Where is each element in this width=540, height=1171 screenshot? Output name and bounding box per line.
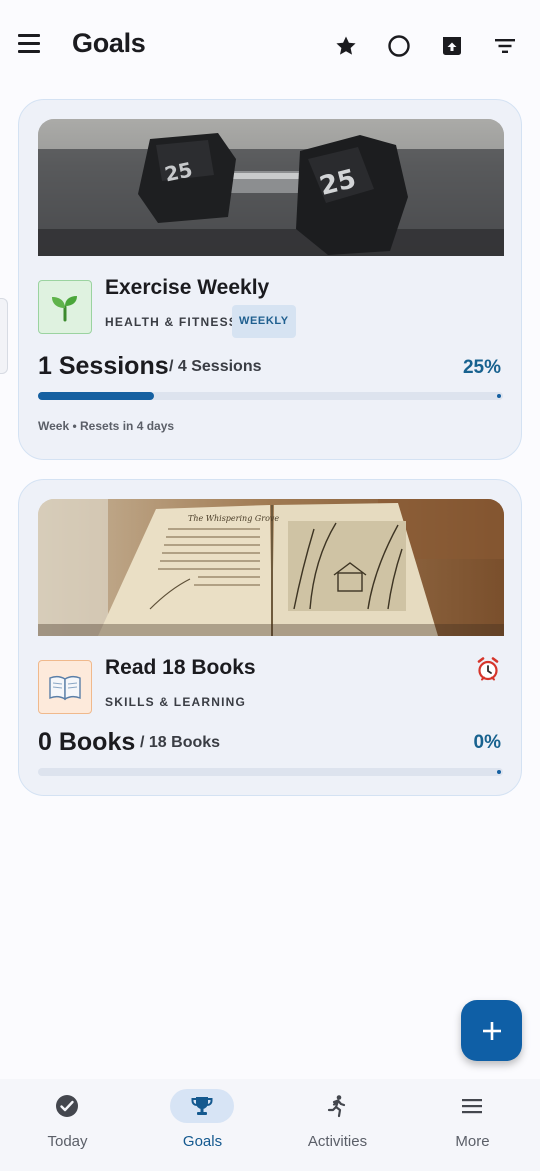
- bottom-navigation: Today Goals Activities More: [0, 1079, 540, 1171]
- target-value: / 4 Sessions: [169, 358, 262, 375]
- nav-item-more[interactable]: More: [405, 1079, 540, 1171]
- nav-item-today[interactable]: Today: [0, 1079, 135, 1171]
- progress-bar: [38, 392, 503, 400]
- page-title: Goals: [72, 28, 146, 58]
- progress-percent: 25%: [462, 357, 501, 378]
- plus-icon: [482, 1021, 501, 1040]
- nav-item-goals[interactable]: Goals: [135, 1079, 270, 1171]
- running-icon: [305, 1089, 369, 1123]
- progress-end-dot: [497, 394, 501, 398]
- nav-label: Goals: [182, 1133, 223, 1150]
- goal-category: HEALTH & FITNESS: [105, 315, 238, 329]
- current-progress-value: 0 Books: [38, 728, 136, 756]
- svg-text:The Whispering Grove: The Whispering Grove: [188, 514, 279, 523]
- top-app-bar: Goals: [0, 0, 540, 92]
- alarm-clock-icon[interactable]: [475, 656, 501, 682]
- goal-title: Read 18 Books: [105, 656, 256, 679]
- star-icon[interactable]: [330, 30, 362, 62]
- period-reset-info: Week • Resets in 4 days: [38, 419, 175, 433]
- nav-label: Activities: [307, 1133, 368, 1150]
- nav-label: More: [455, 1133, 490, 1150]
- goal-title: Exercise Weekly: [105, 276, 270, 299]
- archive-icon[interactable]: [436, 30, 468, 62]
- circle-icon[interactable]: [383, 30, 415, 62]
- nav-item-activities[interactable]: Activities: [270, 1079, 405, 1171]
- trophy-icon: [170, 1089, 234, 1123]
- progress-bar-fill: [38, 392, 155, 400]
- side-drawer-handle[interactable]: [0, 298, 8, 374]
- book-icon: [38, 660, 92, 714]
- frequency-badge: WEEKLY: [232, 305, 296, 338]
- progress-percent: 0%: [473, 732, 501, 753]
- check-circle-icon: [35, 1089, 99, 1123]
- current-progress-value: 1 Sessions: [38, 352, 169, 380]
- menu-icon: [440, 1089, 504, 1123]
- nav-label: Today: [47, 1133, 88, 1150]
- open-book-photo: The Whispering Grove: [38, 499, 504, 636]
- add-goal-button[interactable]: [461, 1000, 522, 1061]
- goal-category: SKILLS & LEARNING: [105, 695, 247, 709]
- progress-bar: [38, 768, 503, 776]
- dumbbell-photo: 25 25: [38, 119, 504, 256]
- seedling-icon: [38, 280, 92, 334]
- menu-icon[interactable]: [18, 34, 44, 58]
- filter-icon[interactable]: [489, 30, 521, 62]
- target-value: / 18 Books: [140, 734, 221, 751]
- goal-card-exercise-weekly[interactable]: 25 25 Exercise Weekly HEALTH & FITNESS W…: [18, 99, 522, 460]
- goal-card-read-books[interactable]: The Whispering Grove Read 18 Books SKILL…: [18, 479, 522, 796]
- progress-end-dot: [497, 770, 501, 774]
